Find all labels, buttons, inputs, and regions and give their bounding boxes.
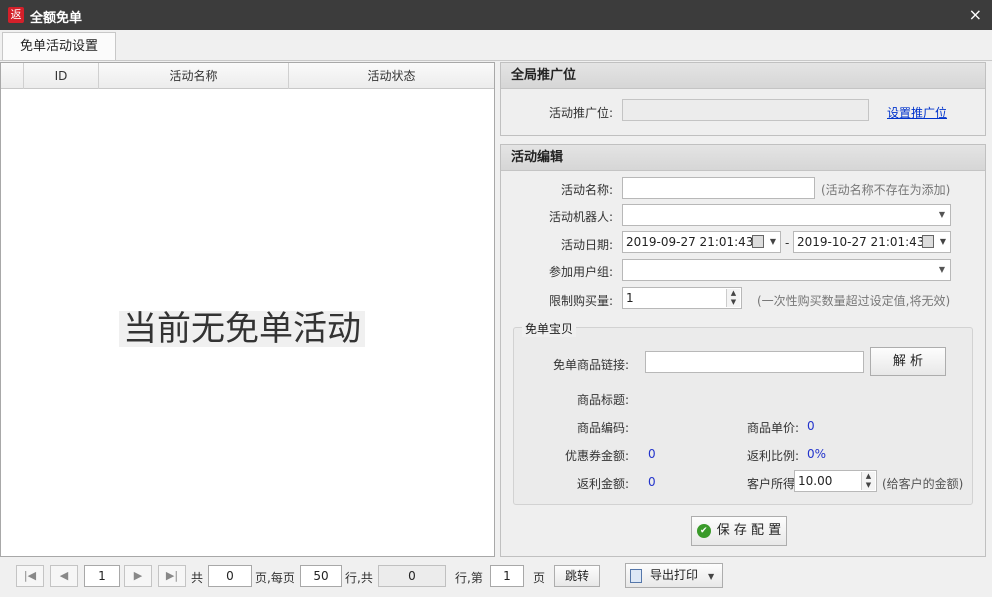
global-promo-header: 全局推广位	[501, 63, 985, 89]
activity-grid[interactable]: ID 活动名称 活动状态 当前无免单活动	[0, 62, 495, 557]
prev-page-icon[interactable]: ◀	[50, 565, 78, 587]
grid-col-id[interactable]: ID	[24, 63, 99, 89]
check-icon: ✔	[696, 523, 711, 538]
calendar-icon[interactable]	[752, 235, 764, 248]
jump-button[interactable]: 跳转	[554, 565, 600, 587]
save-config-label: 保 存 配 置	[716, 523, 782, 538]
export-print-button[interactable]: 导出打印 ▼	[625, 563, 723, 588]
activity-name-label: 活动名称:	[560, 183, 613, 197]
rebate-amount-label: 返利金额:	[576, 477, 629, 491]
next-page-icon[interactable]: ▶	[124, 565, 152, 587]
goods-title-label: 商品标题:	[576, 393, 629, 407]
free-item-title: 免单宝贝	[522, 320, 577, 337]
customer-gets-value: 10.00	[798, 474, 833, 488]
activity-robot-select[interactable]: ▼	[622, 204, 951, 226]
document-icon	[630, 568, 642, 583]
global-promo-panel: 全局推广位 活动推广位: 设置推广位	[500, 62, 986, 136]
chevron-down-icon: ▼	[938, 265, 945, 274]
date-separator: -	[785, 236, 790, 250]
purchase-limit-label: 限制购买量:	[548, 294, 613, 308]
unit-price-value: 0	[807, 419, 815, 433]
per-page-input[interactable]: 50	[300, 565, 342, 587]
date-end-picker[interactable]: 2019-10-27 21:01:43 ▼	[793, 231, 951, 253]
goto-page-input[interactable]: 1	[490, 565, 524, 587]
spin-up-icon[interactable]: ▲	[727, 289, 740, 298]
coupon-amount-label: 优惠券金额:	[564, 449, 629, 463]
free-item-group: 免单宝贝 免单商品链接: 解 析 商品标题: 商品编码: 商品单价: 0 优惠券…	[513, 320, 973, 505]
grid-header: ID 活动名称 活动状态	[1, 63, 494, 89]
first-page-icon[interactable]: |◀	[16, 565, 44, 587]
rebate-ratio-value: 0%	[807, 447, 827, 461]
item-link-label: 免单商品链接:	[552, 358, 629, 372]
coupon-amount-value: 0	[648, 447, 656, 461]
spin-down-icon[interactable]: ▼	[862, 481, 875, 490]
pager-bar: |◀ ◀ 1 ▶ ▶| 共 0 页,每页 50 行,共 0 行,第 1 页 跳转…	[0, 560, 992, 597]
goto-label: 行,第	[455, 571, 483, 585]
export-print-label: 导出打印	[650, 568, 699, 582]
last-page-icon[interactable]: ▶|	[158, 565, 186, 587]
total-rows-field: 0	[378, 565, 446, 587]
title-bar: 返 全额免单 ×	[0, 0, 992, 30]
calendar-icon[interactable]	[922, 235, 934, 248]
window-title: 全额免单	[30, 11, 83, 26]
close-icon[interactable]: ×	[969, 5, 982, 24]
current-page-input[interactable]: 1	[84, 565, 120, 587]
app-logo-icon: 返	[8, 7, 24, 23]
customer-gets-spinner[interactable]: ▲ ▼	[861, 472, 875, 490]
grid-col-status[interactable]: 活动状态	[289, 63, 494, 89]
chevron-down-icon[interactable]: ▼	[940, 232, 946, 252]
empty-message: 当前无免单活动	[119, 311, 365, 347]
date-end-value: 2019-10-27 21:01:43	[797, 235, 925, 249]
promo-position-field	[622, 99, 869, 121]
date-start-picker[interactable]: 2019-09-27 21:01:43 ▼	[622, 231, 781, 253]
activity-robot-label: 活动机器人:	[548, 210, 613, 224]
user-group-select[interactable]: ▼	[622, 259, 951, 281]
purchase-limit-stepper[interactable]: 1 ▲ ▼	[622, 287, 742, 309]
page-suffix-label: 页	[533, 571, 546, 585]
purchase-limit-value: 1	[626, 291, 634, 305]
goods-code-label: 商品编码:	[576, 421, 629, 435]
chevron-down-icon[interactable]: ▼	[770, 232, 776, 252]
customer-gets-stepper[interactable]: 10.00 ▲ ▼	[794, 470, 877, 492]
grid-header-selector	[1, 63, 24, 89]
spin-up-icon[interactable]: ▲	[862, 472, 875, 481]
activity-name-input[interactable]	[622, 177, 815, 199]
set-promo-position-link[interactable]: 设置推广位	[887, 104, 947, 121]
rows-label: 行,共	[345, 571, 373, 585]
save-config-button[interactable]: ✔ 保 存 配 置	[691, 516, 787, 546]
total-prefix-label: 共	[191, 571, 204, 585]
item-link-input[interactable]	[645, 351, 864, 373]
activity-date-label: 活动日期:	[560, 238, 613, 252]
spin-down-icon[interactable]: ▼	[727, 298, 740, 307]
total-pages-field: 0	[208, 565, 252, 587]
parse-button[interactable]: 解 析	[870, 347, 946, 376]
unit-price-label: 商品单价:	[746, 421, 799, 435]
tab-free-activity-settings[interactable]: 免单活动设置	[2, 32, 116, 60]
purchase-limit-spinner[interactable]: ▲ ▼	[726, 289, 740, 307]
activity-name-hint: (活动名称不存在为添加)	[821, 183, 951, 197]
chevron-down-icon: ▼	[708, 572, 715, 581]
customer-gets-hint: (给客户的金额)	[882, 477, 964, 491]
purchase-limit-hint: (一次性购买数量超过设定值,将无效)	[757, 294, 951, 308]
customer-gets-label: 客户所得:	[746, 477, 799, 491]
activity-edit-header: 活动编辑	[501, 145, 985, 171]
rebate-amount-value: 0	[648, 475, 656, 489]
grid-col-name[interactable]: 活动名称	[99, 63, 289, 89]
user-group-label: 参加用户组:	[548, 265, 613, 279]
promo-position-label: 活动推广位:	[548, 106, 613, 120]
rebate-ratio-label: 返利比例:	[746, 449, 799, 463]
per-page-label: 页,每页	[255, 571, 295, 585]
activity-edit-panel: 活动编辑 活动名称: (活动名称不存在为添加) 活动机器人: ▼ 活动日期: 2…	[500, 144, 986, 557]
chevron-down-icon: ▼	[938, 210, 945, 219]
date-start-value: 2019-09-27 21:01:43	[626, 235, 754, 249]
